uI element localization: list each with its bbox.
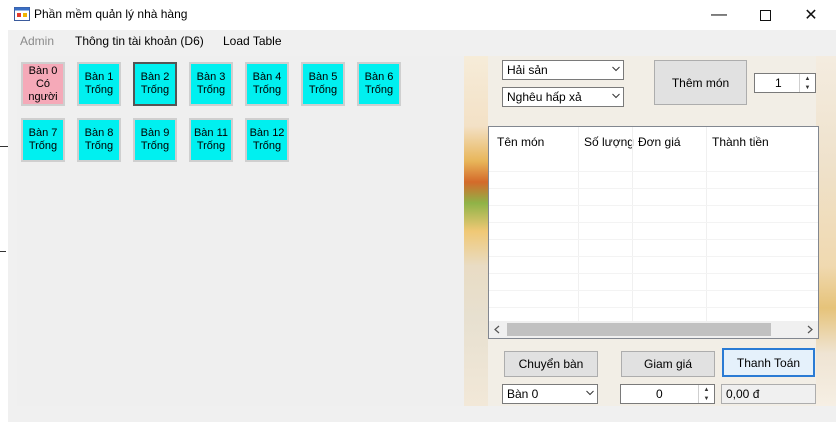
switch-table-value: Bàn 0	[507, 387, 539, 401]
table-name: Bàn 9	[140, 127, 170, 139]
edge-divider	[0, 251, 6, 252]
table-button[interactable]: Bàn 1 Trống	[77, 62, 121, 106]
table-status: Trống	[140, 140, 170, 152]
close-button[interactable]: ✕	[788, 0, 834, 30]
table-name: Bàn 6	[364, 71, 394, 83]
table-name: Bàn 7	[28, 127, 58, 139]
column-header[interactable]: Thành tiền	[712, 135, 769, 149]
spin-down-icon[interactable]: ▼	[699, 394, 714, 403]
food-combobox[interactable]: Nghêu hấp xả	[502, 87, 624, 107]
table-button[interactable]: Bàn 11 Trống	[189, 118, 233, 162]
table-status: Trống	[84, 84, 114, 96]
column-divider	[578, 127, 579, 321]
food-background-image	[816, 56, 836, 406]
grid-line	[489, 188, 818, 189]
table-button[interactable]: Bàn 8 Trống	[77, 118, 121, 162]
table-button[interactable]: Bàn 9 Trống	[133, 118, 177, 162]
table-status: Trống	[28, 140, 58, 152]
table-button[interactable]: Bàn 4 Trống	[245, 62, 289, 106]
chevron-down-icon	[612, 66, 620, 72]
chevron-down-icon	[612, 93, 620, 99]
table-status: Trống	[140, 84, 170, 96]
grid-line	[489, 273, 818, 274]
table-name: Bàn 8	[84, 127, 114, 139]
add-food-button[interactable]: Thêm món	[654, 60, 747, 105]
switch-table-button[interactable]: Chuyển bàn	[504, 351, 598, 377]
minimize-button[interactable]: —	[696, 0, 742, 30]
table-name: Bàn 12	[249, 127, 285, 139]
table-status: Trống	[252, 84, 282, 96]
grid-line	[489, 239, 818, 240]
category-value: Hải sản	[507, 63, 548, 77]
menu-load-table[interactable]: Load Table	[223, 34, 282, 48]
food-value: Nghêu hấp xả	[507, 90, 582, 104]
column-divider	[706, 127, 707, 321]
table-name: Bàn 1	[84, 71, 114, 83]
grid-line	[489, 171, 818, 172]
table-status: Trống	[364, 84, 394, 96]
column-header[interactable]: Số lượng	[584, 135, 634, 149]
column-divider	[632, 127, 633, 321]
horizontal-scrollbar[interactable]	[489, 321, 818, 338]
food-background-image	[464, 56, 488, 406]
grid-line	[489, 307, 818, 308]
grid-line	[489, 290, 818, 291]
column-header[interactable]: Tên món	[497, 135, 544, 149]
spin-up-icon[interactable]: ▲	[800, 74, 815, 83]
app-window-icon	[14, 6, 30, 22]
table-name: Bàn 2	[140, 71, 170, 83]
edge-divider	[0, 146, 8, 147]
table-button[interactable]: Bàn 6 Trống	[357, 62, 401, 106]
maximize-button[interactable]	[742, 0, 788, 30]
menu-account-info[interactable]: Thông tin tài khoản (D6)	[75, 34, 204, 48]
quantity-stepper[interactable]: 1 ▲ ▼	[754, 73, 816, 93]
table-button[interactable]: Bàn 2 Trống	[133, 62, 177, 106]
quantity-value: 1	[775, 76, 782, 90]
discount-value: 0	[656, 387, 663, 401]
table-status: Trống	[196, 84, 226, 96]
table-button[interactable]: Bàn 3 Trống	[189, 62, 233, 106]
discount-button[interactable]: Giam giá	[621, 351, 715, 377]
spin-down-icon[interactable]: ▼	[800, 83, 815, 92]
table-status: Trống	[308, 84, 338, 96]
column-header[interactable]: Đơn giá	[638, 135, 681, 149]
scrollbar-thumb[interactable]	[507, 323, 771, 336]
table-name: Bàn 4	[252, 71, 282, 83]
table-status: Trống	[84, 140, 114, 152]
table-button[interactable]: Bàn 12 Trống	[245, 118, 289, 162]
menu-admin[interactable]: Admin	[20, 34, 54, 48]
table-name: Bàn 5	[308, 71, 338, 83]
grid-line	[489, 256, 818, 257]
checkout-button[interactable]: Thanh Toán	[722, 348, 815, 377]
grid-line	[489, 205, 818, 206]
spin-up-icon[interactable]: ▲	[699, 385, 714, 394]
table-name: Bàn 0	[28, 64, 58, 77]
chevron-down-icon	[586, 390, 594, 396]
chevron-right-icon[interactable]	[806, 325, 814, 334]
discount-stepper[interactable]: 0 ▲ ▼	[620, 384, 715, 404]
table-name: Bàn 11	[193, 127, 229, 139]
table-button[interactable]: Bàn 7 Trống	[21, 118, 65, 162]
table-status: Trống	[196, 140, 226, 152]
table-button[interactable]: Bàn 5 Trống	[301, 62, 345, 106]
switch-table-combobox[interactable]: Bàn 0	[502, 384, 598, 404]
category-combobox[interactable]: Hải sản	[502, 60, 624, 80]
table-status: Có người	[28, 77, 58, 103]
table-button[interactable]: Bàn 0 Có người	[21, 62, 65, 106]
bill-listview[interactable]: Tên món Số lượng Đơn giá Thành tiền	[488, 126, 819, 339]
total-price-field: 0,00 đ	[721, 384, 816, 404]
table-name: Bàn 3	[196, 71, 226, 83]
window-title: Phần mềm quản lý nhà hàng	[34, 7, 188, 21]
grid-line	[489, 222, 818, 223]
table-status: Trống	[252, 140, 282, 152]
chevron-left-icon[interactable]	[493, 325, 501, 334]
table-grid-panel	[17, 56, 464, 406]
